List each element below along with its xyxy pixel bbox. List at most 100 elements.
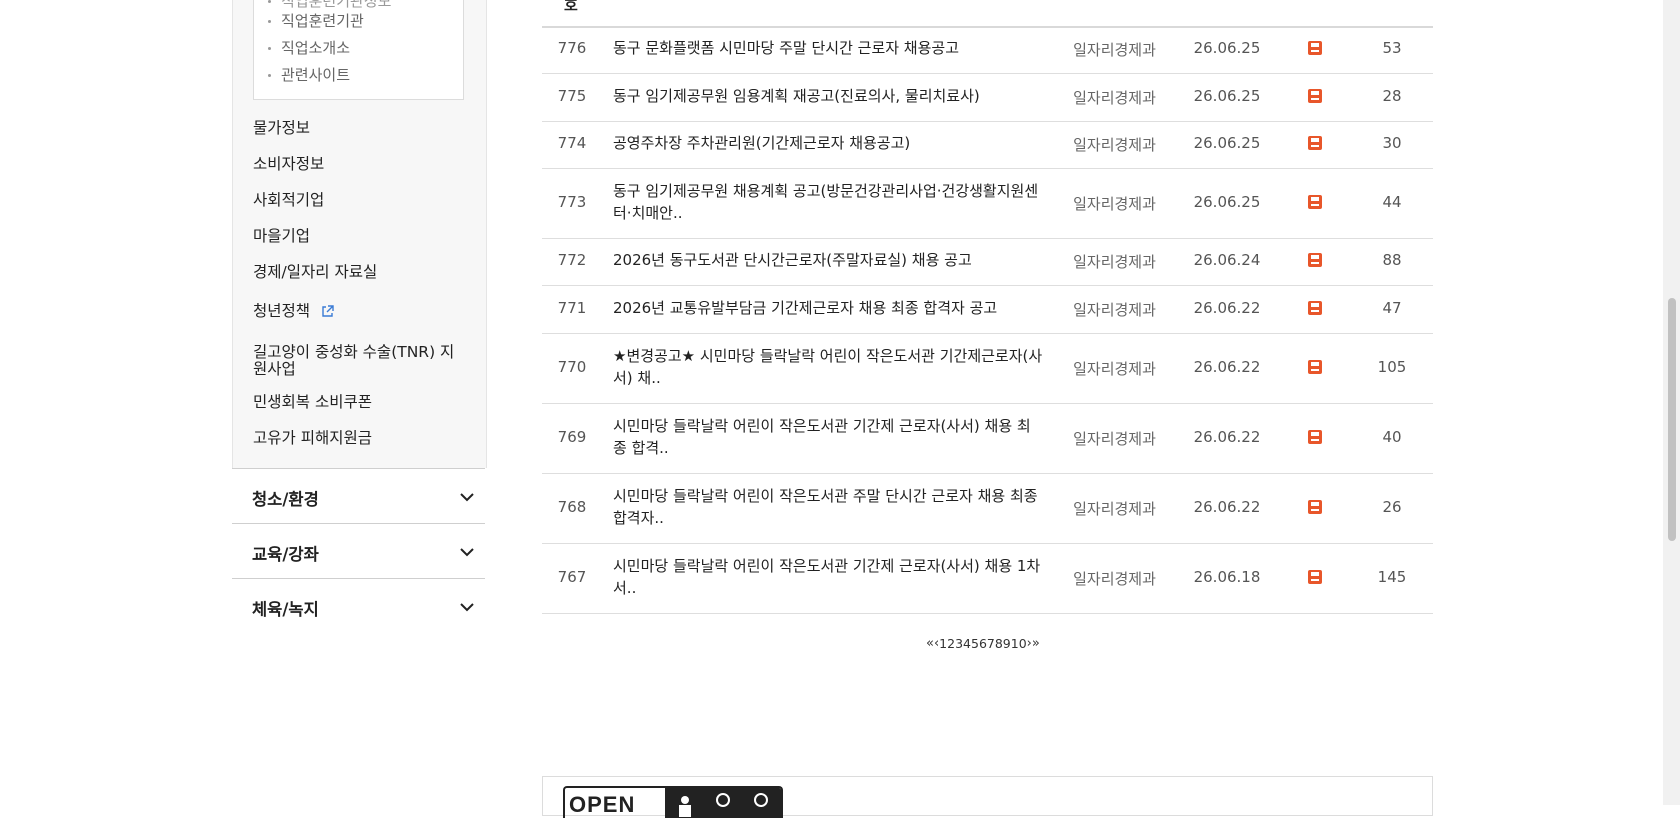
sidebar-subitem-agency[interactable]: 직업소개소: [268, 38, 350, 58]
table-header-number: 호: [564, 0, 578, 14]
sidebar-link-social-enterprise[interactable]: 사회적기업: [253, 192, 324, 209]
save-file-icon[interactable]: [1308, 195, 1324, 211]
table-row: 770 ★변경공고★ 시민마당 들락날락 어린이 작은도서관 기간제근로자(사서…: [542, 334, 1433, 404]
row-views: 26: [1382, 498, 1402, 516]
accordion-cleaning-environment[interactable]: 청소/환경: [232, 468, 485, 522]
sidebar-link-data-room[interactable]: 경제/일자리 자료실: [253, 264, 377, 281]
row-department: 일자리경제과: [1073, 89, 1156, 107]
row-title-link[interactable]: 2026년 교통유발부담금 기간제근로자 채용 최종 합격자 공고: [613, 297, 1043, 319]
row-date: 26.06.25: [1193, 134, 1261, 152]
sidebar-subitem-cut[interactable]: 직업훈련기관정보: [268, 0, 391, 11]
row-number: 768: [557, 498, 587, 516]
row-date: 26.06.22: [1193, 358, 1261, 376]
row-views: 40: [1382, 428, 1402, 446]
row-date: 26.06.24: [1193, 251, 1261, 269]
save-file-icon[interactable]: [1308, 570, 1324, 586]
save-file-icon[interactable]: [1308, 136, 1324, 152]
row-date: 26.06.25: [1193, 193, 1261, 211]
row-views: 28: [1382, 87, 1402, 105]
sidebar-link-recovery-coupon[interactable]: 민생회복 소비쿠폰: [253, 394, 372, 411]
save-file-icon[interactable]: [1308, 430, 1324, 446]
row-department: 일자리경제과: [1073, 430, 1156, 448]
pagination: « ‹ 1 2 3 4 5 6 7 8 9 10 › »: [926, 634, 1040, 652]
pagination-page-1[interactable]: 1: [939, 636, 947, 651]
accordion-label: 청소/환경: [252, 490, 319, 509]
row-views: 145: [1377, 568, 1407, 586]
accordion-sports-green[interactable]: 체육/녹지: [232, 578, 485, 625]
pagination-page-9[interactable]: 9: [1003, 636, 1011, 651]
accordion-education[interactable]: 교육/강좌: [232, 523, 485, 577]
sidebar-link-consumer-info[interactable]: 소비자정보: [253, 156, 324, 173]
row-date: 26.06.22: [1193, 299, 1261, 317]
row-department: 일자리경제과: [1073, 570, 1156, 588]
row-number: 772: [557, 251, 587, 269]
sidebar-link-tnr[interactable]: 길고양이 중성화 수술(TNR) 지원사업: [253, 344, 463, 378]
sidebar-subbox: 직업훈련기관정보 직업훈련기관 직업소개소 관련사이트: [253, 0, 464, 100]
footer-license-box: OPEN: [542, 776, 1433, 818]
accordion-label: 체육/녹지: [252, 600, 319, 619]
sidebar-subitem-training[interactable]: 직업훈련기관: [268, 11, 364, 31]
row-department: 일자리경제과: [1073, 360, 1156, 378]
row-number: 770: [557, 358, 587, 376]
pagination-page-8[interactable]: 8: [995, 636, 1003, 651]
row-title-link[interactable]: 동구 문화플랫폼 시민마당 주말 단시간 근로자 채용공고: [613, 37, 1043, 59]
license-icons: [665, 788, 781, 818]
pagination-page-5[interactable]: 5: [971, 636, 979, 651]
open-license-logo: OPEN: [563, 786, 783, 818]
pagination-page-7[interactable]: 7: [987, 636, 995, 651]
save-file-icon[interactable]: [1308, 360, 1324, 376]
row-number: 771: [557, 299, 587, 317]
row-title-link[interactable]: 시민마당 들락날락 어린이 작은도서관 주말 단시간 근로자 채용 최종합격자.…: [613, 485, 1043, 529]
chevron-down-icon: [459, 597, 475, 616]
sidebar-submenu-panel: 직업훈련기관정보 직업훈련기관 직업소개소 관련사이트 물가정보 소비자정보 사…: [232, 0, 487, 468]
row-number: 773: [557, 193, 587, 211]
row-views: 44: [1382, 193, 1402, 211]
pagination-page-6[interactable]: 6: [979, 636, 987, 651]
pagination-page-4[interactable]: 4: [963, 636, 971, 651]
row-date: 26.06.18: [1193, 568, 1261, 586]
row-number: 775: [557, 87, 587, 105]
pagination-page-10[interactable]: 10: [1011, 636, 1027, 651]
save-file-icon[interactable]: [1308, 253, 1324, 269]
row-views: 88: [1382, 251, 1402, 269]
sidebar-link-label: 청년정책: [253, 302, 311, 320]
row-title-link[interactable]: 시민마당 들락날락 어린이 작은도서관 기간제 근로자(사서) 채용 최종 합격…: [613, 415, 1043, 459]
sidebar-link-price-info[interactable]: 물가정보: [253, 120, 310, 137]
row-title-link[interactable]: 공영주차장 주차관리원(기간제근로자 채용공고): [613, 132, 1043, 154]
save-file-icon[interactable]: [1308, 500, 1324, 516]
pagination-first-button[interactable]: «: [926, 636, 934, 651]
row-department: 일자리경제과: [1073, 195, 1156, 213]
row-title-link[interactable]: 2026년 동구도서관 단시간근로자(주말자료실) 채용 공고: [613, 249, 1043, 271]
table-row: 768 시민마당 들락날락 어린이 작은도서관 주말 단시간 근로자 채용 최종…: [542, 474, 1433, 544]
sidebar-link-fuel-subsidy[interactable]: 고유가 피해지원금: [253, 430, 372, 447]
scrollbar-thumb[interactable]: [1668, 298, 1676, 541]
row-title-link[interactable]: 동구 임기제공무원 임용계획 재공고(진료의사, 물리치료사): [613, 85, 1043, 107]
sidebar-subitem-label: 직업훈련기관: [281, 12, 364, 30]
row-department: 일자리경제과: [1073, 136, 1156, 154]
row-views: 53: [1382, 39, 1402, 57]
save-file-icon[interactable]: [1308, 89, 1324, 105]
sidebar-subitem-sites[interactable]: 관련사이트: [268, 65, 350, 85]
sidebar-subitem-label: 관련사이트: [281, 66, 351, 84]
row-date: 26.06.25: [1193, 87, 1261, 105]
row-title-link[interactable]: 시민마당 들락날락 어린이 작은도서관 기간제 근로자(사서) 채용 1차 서.…: [613, 555, 1043, 599]
save-file-icon[interactable]: [1308, 301, 1324, 317]
page-scrollbar[interactable]: [1663, 0, 1680, 805]
table-row: 773 동구 임기제공무원 채용계획 공고(방문건강관리사업·건강생활지원센터·…: [542, 169, 1433, 239]
table-header: 호: [542, 0, 1433, 28]
row-department: 일자리경제과: [1073, 41, 1156, 59]
row-number: 774: [557, 134, 587, 152]
save-file-icon[interactable]: [1308, 41, 1324, 57]
pagination-page-2[interactable]: 2: [947, 636, 955, 651]
sidebar: 직업훈련기관정보 직업훈련기관 직업소개소 관련사이트 물가정보 소비자정보 사…: [232, 0, 487, 625]
row-views: 105: [1377, 358, 1407, 376]
row-date: 26.06.22: [1193, 498, 1261, 516]
row-number: 767: [557, 568, 587, 586]
row-title-link[interactable]: 동구 임기제공무원 채용계획 공고(방문건강관리사업·건강생활지원센터·치매안.…: [613, 180, 1043, 224]
row-title-link[interactable]: ★변경공고★ 시민마당 들락날락 어린이 작은도서관 기간제근로자(사서) 채.…: [613, 345, 1043, 389]
sidebar-link-village-enterprise[interactable]: 마을기업: [253, 228, 310, 245]
pagination-page-3[interactable]: 3: [955, 636, 963, 651]
accordion-label: 교육/강좌: [252, 545, 319, 564]
sidebar-link-youth-policy[interactable]: 청년정책: [253, 303, 334, 322]
pagination-last-button[interactable]: »: [1032, 636, 1040, 651]
